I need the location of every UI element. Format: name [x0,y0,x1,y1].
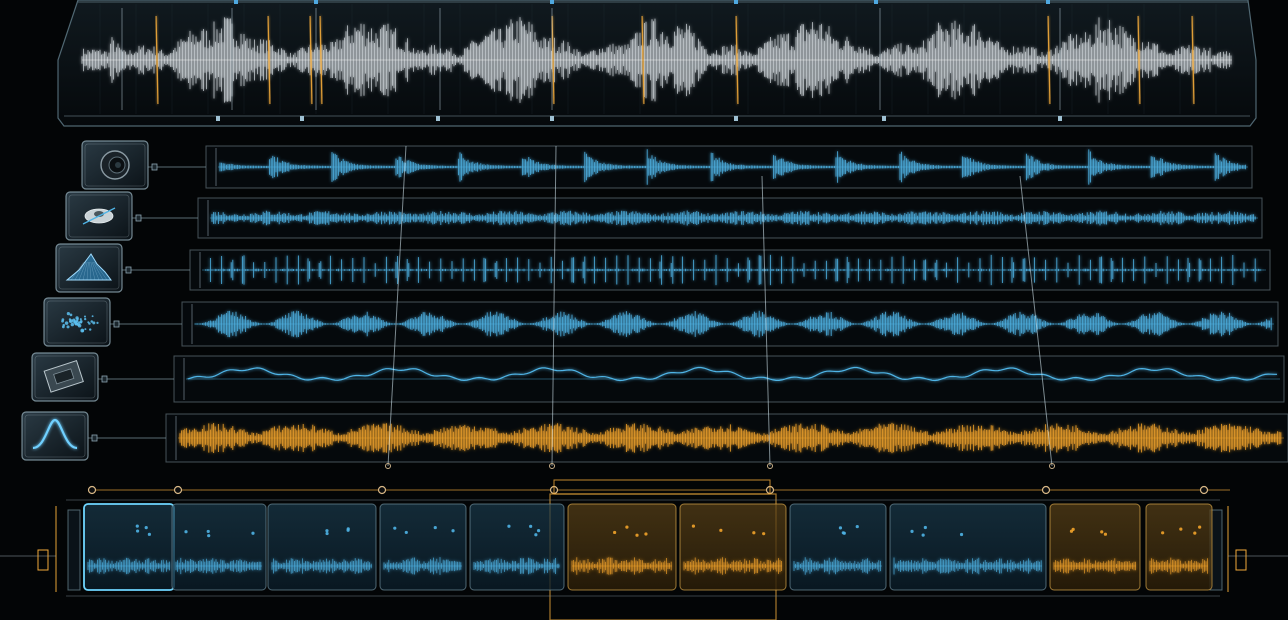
segment-event-dot [534,533,538,537]
segment-1[interactable] [83,503,175,591]
segment-event-dot [1100,530,1104,534]
segment-event-dot [393,526,397,530]
segment-event-dot [135,524,139,528]
track-lane-6[interactable] [165,413,1288,463]
segment-event-dot [910,529,914,533]
segment-event-dot [144,526,148,530]
segment-event-dot [921,533,925,537]
segment-event-dot [1103,532,1108,536]
segment-8[interactable] [789,503,887,591]
segment-4[interactable] [379,503,467,591]
timeline-marker[interactable] [87,485,97,495]
track-lane-2[interactable] [197,197,1263,239]
track-connector-node [151,163,158,171]
segment-event-dot [325,531,329,536]
master-bottom-tick [1058,116,1062,121]
left-handle[interactable] [37,549,49,571]
segment-event-dot [404,530,408,535]
segment-6[interactable] [567,503,677,591]
segment-event-dot [838,526,843,530]
track-lane-5[interactable] [173,355,1285,403]
segment-event-dot [959,532,964,537]
segment-5[interactable] [469,503,565,591]
segment-event-dot [625,525,629,529]
segment-event-dot [1179,527,1183,531]
segment-event-dot [719,528,723,532]
speaker-icon [100,150,130,180]
track-lane-1[interactable] [205,145,1253,189]
master-bottom-tick [300,116,304,121]
track-connector-node [135,214,142,222]
segment-event-dot [433,525,437,530]
master-top-tick [234,0,238,4]
track-connector-node [113,320,120,328]
segment-event-dot [536,529,541,533]
bell-curve-track-icon-button[interactable] [21,411,89,461]
speaker-track-icon-button[interactable] [81,140,149,190]
segment-event-dot [613,530,617,535]
segment-event-dot [207,534,211,538]
segment-event-dot [841,531,845,535]
segment-event-dot [1198,525,1202,529]
timeline-marker[interactable] [1199,485,1209,495]
segment-event-dot [691,524,696,528]
segment-event-dot [762,532,766,536]
segment-7[interactable] [679,503,787,591]
turbine-track-icon-button[interactable] [65,191,133,241]
master-top-tick [314,0,318,4]
track-lane-3[interactable] [189,249,1271,291]
right-handle[interactable] [1235,549,1247,571]
segment-event-dot [206,529,210,534]
track-connector-node [101,375,108,383]
segment-9[interactable] [889,503,1047,591]
segment-event-dot [507,524,511,528]
segment-event-dot [752,531,756,535]
spectral-peak-track-icon-button[interactable] [55,243,123,293]
timeline-marker[interactable] [377,485,387,495]
segment-event-dot [855,524,859,529]
audio-layer-visualization [0,0,1288,620]
segment-event-dot [135,529,140,533]
segment-event-dot [251,531,255,535]
master-top-tick [874,0,878,4]
segment-2[interactable] [171,503,267,591]
segment-event-dot [644,532,648,536]
master-top-tick [734,0,738,4]
particle-cloud-track-icon-button[interactable] [43,297,111,347]
strip-start-cap [67,509,81,591]
segment-event-dot [451,529,455,533]
segment-event-dot [635,533,639,537]
master-top-tick [1046,0,1050,4]
track-lanes [21,140,1288,463]
segment-event-dot [923,525,927,530]
segment-event-dot [1193,531,1197,535]
segment-11[interactable] [1145,503,1213,591]
segment-event-dot [184,530,188,534]
segment-strip [0,479,1288,620]
timeline-marker[interactable] [173,485,183,495]
segment-event-dot [1069,529,1074,533]
track-lane-4[interactable] [181,301,1279,347]
track-connector-node [91,434,98,442]
master-bottom-tick [436,116,440,121]
master-top-tick [550,0,554,4]
master-bottom-tick [550,116,554,121]
master-bottom-tick [734,116,738,121]
master-bottom-tick [882,116,886,121]
segment-event-dot [325,529,329,533]
timeline-marker[interactable] [1041,485,1051,495]
segment-10[interactable] [1049,503,1141,591]
segment-event-dot [147,532,151,536]
segment-event-dot [1161,531,1165,535]
segment-3[interactable] [267,503,377,591]
track-connector-node [125,266,132,274]
segment-event-dot [529,524,533,528]
master-waveform-panel[interactable] [57,0,1257,127]
selection-range-bracket[interactable] [553,479,771,495]
segment-event-dot [346,528,350,532]
circuit-module-track-icon-button[interactable] [31,352,99,402]
master-bottom-tick [216,116,220,121]
